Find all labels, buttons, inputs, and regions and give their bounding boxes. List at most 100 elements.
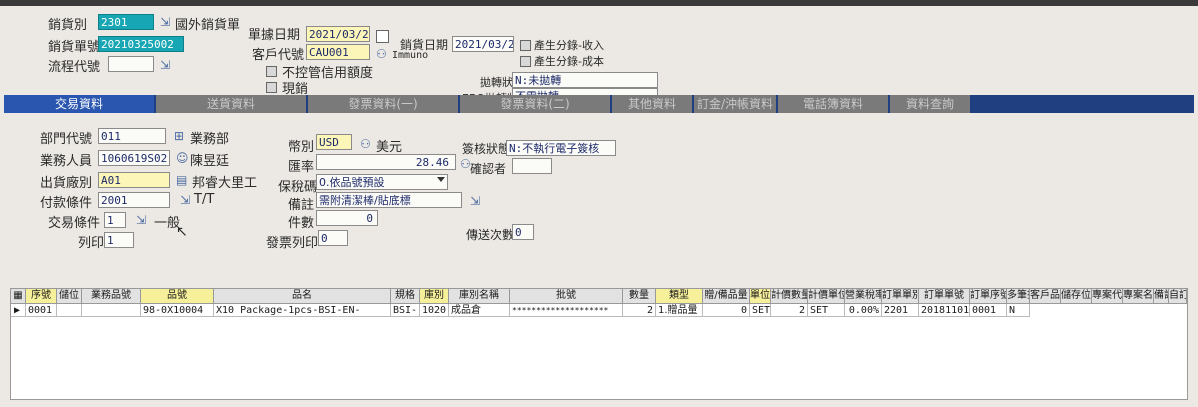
col-header-biz-item[interactable]: 業務品號 [82, 289, 141, 304]
col-header-custom[interactable]: 自訂欄 [1169, 289, 1187, 304]
invoice-print-field[interactable]: 0 [318, 230, 348, 246]
cell-wh[interactable]: 1020 [420, 304, 449, 317]
lookup-icon[interactable]: ⚇ [360, 137, 371, 151]
person-icon: ☺ [176, 151, 189, 165]
sales-name: 陳昱廷 [190, 154, 230, 169]
customer-label: 客戶代號 [252, 48, 305, 63]
tab-phonebook[interactable]: 電話簿資料 [778, 95, 890, 113]
dept-field[interactable]: 011 [98, 128, 166, 144]
gen-revenue-label: 產生分錄-收入 [534, 39, 604, 52]
sale-no-field[interactable]: 20210325002 [98, 36, 184, 52]
col-header-type[interactable]: 類型 [656, 289, 703, 304]
col-header-wh-name[interactable]: 庫別名稱 [449, 289, 510, 304]
cell-order-type[interactable]: 2201 [882, 304, 919, 317]
sale-type-name: 國外銷貨單 [175, 18, 241, 33]
col-header-order-no[interactable]: 訂單單號 [919, 289, 970, 304]
col-header-wh[interactable]: 庫別 [420, 289, 449, 304]
row-pointer-icon[interactable]: ▶ [11, 304, 26, 317]
print-field[interactable]: 1 [104, 232, 134, 248]
cell-order-seq[interactable]: 0001 [970, 304, 1007, 317]
col-header-price-qty[interactable]: 計價數量 [771, 289, 808, 304]
tab-invoice-1[interactable]: 發票資料(一) [308, 95, 460, 113]
col-header-loc[interactable]: 儲位 [57, 289, 82, 304]
rate-field[interactable]: 28.46 [316, 154, 456, 170]
col-header-project-name[interactable]: 專案名稱 [1123, 289, 1154, 304]
currency-field[interactable]: USD [316, 134, 352, 150]
cell-tax-rate[interactable]: 0.00% [845, 304, 882, 317]
invoice-print-label: 發票列印 [266, 236, 319, 251]
sale-date-field[interactable]: 2021/03/25 [452, 36, 514, 52]
cell-wh-name[interactable]: 成品倉 [449, 304, 510, 317]
tax-select[interactable]: 0.依品號預設 [316, 174, 448, 190]
col-header-item-no[interactable]: 品號 [141, 289, 214, 304]
factory-field[interactable]: A01 [98, 172, 170, 188]
col-header-gift-qty[interactable]: 贈/備品量 [703, 289, 750, 304]
cell-unit[interactable]: SET [750, 304, 771, 317]
note-field[interactable]: 需附清潔棒/貼底標 [316, 192, 462, 208]
col-header-seq[interactable]: 序號 [26, 289, 57, 304]
grid-corner[interactable]: ▦ [11, 289, 26, 304]
tab-trade[interactable]: 交易資料 [4, 95, 156, 113]
col-header-project-code[interactable]: 專案代號 [1092, 289, 1123, 304]
cell-price-unit[interactable]: SET [808, 304, 845, 317]
cell-loc[interactable] [57, 304, 82, 317]
cell-qty[interactable]: 2 [623, 304, 656, 317]
doc-date-field[interactable]: 2021/03/25 [306, 26, 370, 42]
sales-label: 業務人員 [40, 154, 93, 169]
link-icon[interactable]: ⇲ [180, 193, 190, 207]
currency-name: 美元 [376, 140, 403, 155]
customer-field[interactable]: CAU001 [306, 44, 370, 60]
tab-other[interactable]: 其他資料 [612, 95, 694, 113]
link-icon[interactable]: ⇲ [136, 213, 146, 227]
col-header-note[interactable]: 備註 [1154, 289, 1169, 304]
link-icon[interactable]: ⇲ [160, 15, 170, 29]
tab-delivery[interactable]: 送貨資料 [156, 95, 308, 113]
col-header-cust-item[interactable]: 客戶品號 [1030, 289, 1061, 304]
tab-query[interactable]: 資料查詢 [890, 95, 972, 113]
calendar-checkbox[interactable] [376, 30, 389, 43]
cell-multi-lot[interactable]: N [1007, 304, 1030, 317]
col-header-order-seq[interactable]: 訂單序號 [970, 289, 1007, 304]
flow-code-label: 流程代號 [48, 60, 101, 75]
cell-lot[interactable]: ******************** [510, 304, 623, 317]
customer-lookup-icon[interactable]: ⚇ [376, 47, 387, 61]
tab-invoice-2[interactable]: 發票資料(二) [460, 95, 612, 113]
col-header-tax-rate[interactable]: 營業稅率 [845, 289, 882, 304]
col-header-price-unit[interactable]: 計價單位 [808, 289, 845, 304]
col-header-item-name[interactable]: 品名 [214, 289, 391, 304]
cell-item-name[interactable]: X10 Package-1pcs-BSI-EN- [214, 304, 391, 317]
cell-type[interactable]: 1.贈品量 [656, 304, 703, 317]
cell-item-no[interactable]: 98-0X10004 [141, 304, 214, 317]
cell-biz-item[interactable] [82, 304, 141, 317]
col-header-spec[interactable]: 規格 [391, 289, 420, 304]
org-icon: ⊞ [174, 129, 185, 143]
terms-field[interactable]: 1 [104, 212, 126, 228]
sale-type-field[interactable]: 2301 [98, 14, 154, 30]
flow-code-field[interactable] [108, 56, 154, 72]
sales-field[interactable]: 1060619S02 [98, 150, 170, 166]
factory-label: 出貨廠別 [40, 176, 93, 191]
cash-sale-checkbox[interactable] [266, 82, 277, 93]
col-header-lot[interactable]: 批號 [510, 289, 623, 304]
col-header-order-type[interactable]: 訂單單別 [882, 289, 919, 304]
cell-spec[interactable]: BSI- [391, 304, 420, 317]
tab-deposit[interactable]: 訂金/沖帳資料 [694, 95, 778, 113]
expand-icon[interactable]: ⇲ [470, 194, 480, 208]
sign-status-label: 簽核狀態 [462, 142, 511, 156]
cell-gift-qty[interactable]: 0 [703, 304, 750, 317]
link-icon[interactable]: ⇲ [160, 58, 170, 72]
note-label: 備註 [288, 198, 315, 213]
payment-field[interactable]: 2001 [98, 192, 170, 208]
gen-cost-checkbox[interactable] [520, 56, 531, 67]
pieces-field[interactable]: 0 [316, 210, 378, 226]
col-header-unit[interactable]: 單位 [750, 289, 771, 304]
col-header-storage[interactable]: 儲存位置 [1061, 289, 1092, 304]
gen-revenue-checkbox[interactable] [520, 40, 531, 51]
col-header-qty[interactable]: 數量 [623, 289, 656, 304]
cell-price-qty[interactable]: 2 [771, 304, 808, 317]
col-header-multi-lot[interactable]: 多筆批 [1007, 289, 1030, 304]
cell-order-no[interactable]: 20181101001 [919, 304, 970, 317]
factory-icon: ▤ [176, 173, 188, 187]
cell-seq[interactable]: 0001 [26, 304, 57, 317]
no-credit-checkbox[interactable] [266, 66, 277, 77]
